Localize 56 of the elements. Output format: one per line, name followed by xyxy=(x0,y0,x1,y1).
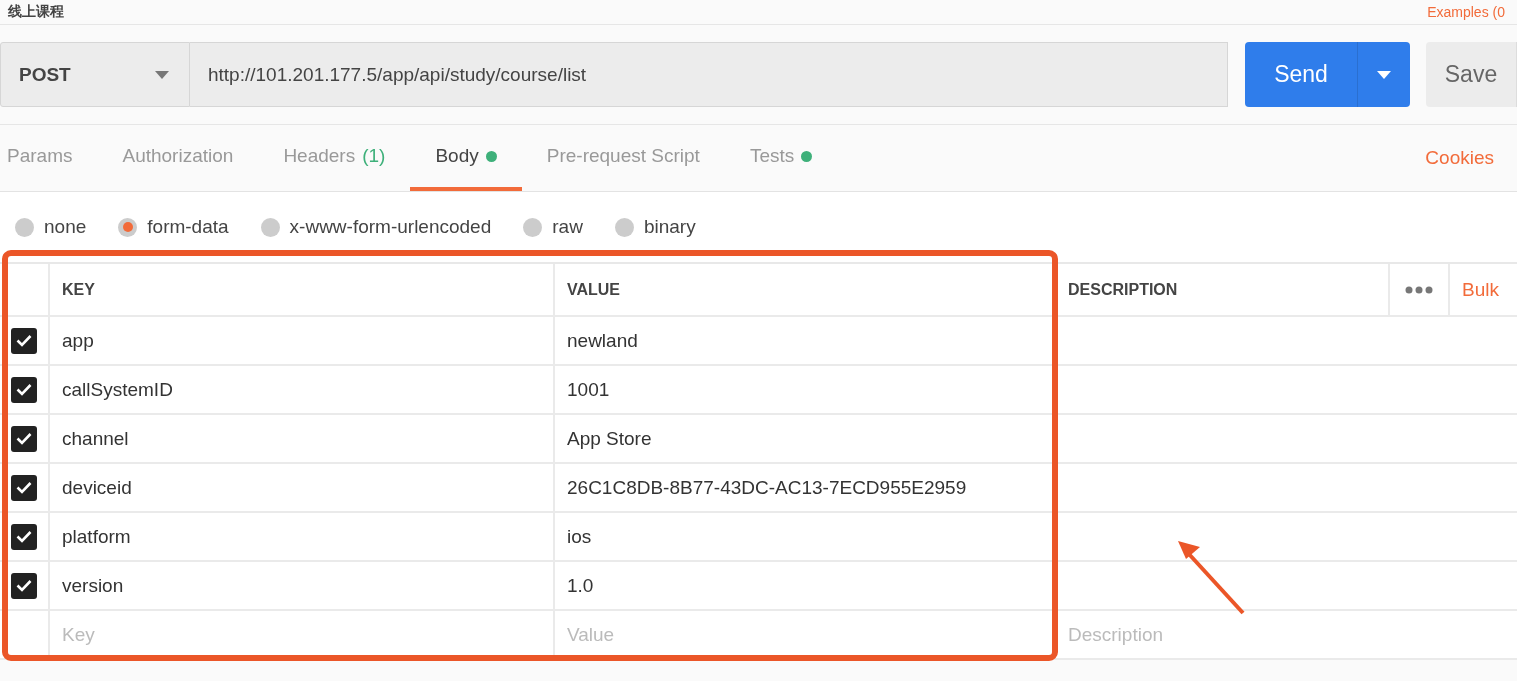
checkbox[interactable] xyxy=(11,572,37,599)
table-cell: platform xyxy=(50,513,555,560)
url-field[interactable]: http://101.201.177.5/app/api/study/course/list xyxy=(190,42,1228,107)
checkbox[interactable] xyxy=(11,327,37,354)
cookies-link[interactable]: Cookies xyxy=(1425,147,1494,169)
tab-count: (1) xyxy=(362,145,386,167)
column-header: DESCRIPTION xyxy=(1056,264,1390,315)
table-cell: app xyxy=(50,317,555,364)
table-cell: channel xyxy=(50,415,555,462)
column-header: VALUE xyxy=(555,264,1056,315)
bulk-edit-link[interactable]: Bulk xyxy=(1450,264,1517,315)
table-cell: 26C1C8DB-8B77-43DC-AC13-7ECD955E2959 xyxy=(555,464,1056,511)
check-icon xyxy=(16,530,32,543)
radio-option[interactable]: binary xyxy=(614,216,696,238)
radio-button[interactable] xyxy=(15,217,34,237)
column-header: KEY xyxy=(50,264,555,315)
description-field[interactable]: Description xyxy=(1056,611,1390,658)
tab[interactable]: Headers (1) xyxy=(258,125,411,191)
table-cell: 1.0 xyxy=(555,562,1056,609)
check-icon xyxy=(16,432,32,445)
method-dropdown[interactable]: POST xyxy=(0,42,190,107)
value-field[interactable]: Value xyxy=(555,611,1056,658)
caret-icon xyxy=(1377,70,1391,79)
radio-option[interactable]: x-www-form-urlencoded xyxy=(260,216,492,238)
checkbox[interactable] xyxy=(11,474,37,501)
table-cell: App Store xyxy=(555,415,1056,462)
table-cell: version xyxy=(50,562,555,609)
checkbox[interactable] xyxy=(11,425,37,452)
radio-option[interactable]: form-data xyxy=(118,216,229,238)
check-icon xyxy=(16,334,32,347)
radio-option[interactable]: none xyxy=(15,216,87,238)
checkbox[interactable] xyxy=(11,376,37,403)
more-icon[interactable] xyxy=(1405,285,1433,294)
radio-button[interactable] xyxy=(260,217,280,237)
checkbox[interactable] xyxy=(11,523,37,550)
caret-icon xyxy=(155,70,169,79)
tab[interactable]: Tests xyxy=(724,125,838,191)
check-icon xyxy=(16,383,32,396)
examples-link[interactable]: Examples (0 xyxy=(1427,4,1505,20)
tab[interactable]: Pre-request Script xyxy=(521,125,725,191)
radio-button[interactable] xyxy=(614,217,634,237)
radio-button[interactable] xyxy=(523,217,543,237)
tab[interactable]: Params xyxy=(0,125,98,191)
save-button[interactable]: Save xyxy=(1426,42,1517,107)
radio-option[interactable]: raw xyxy=(523,216,583,238)
table-cell: ios xyxy=(555,513,1056,560)
check-icon xyxy=(16,579,32,592)
check-icon xyxy=(16,481,32,494)
table-cell: newland xyxy=(555,317,1056,364)
tab[interactable]: Authorization xyxy=(97,125,259,191)
table-cell: 1001 xyxy=(555,366,1056,413)
radio-button[interactable] xyxy=(118,217,138,237)
request-title: 线上课程 xyxy=(8,3,64,21)
key-field[interactable]: Key xyxy=(50,611,555,658)
table-cell: deviceid xyxy=(50,464,555,511)
table-cell: callSystemID xyxy=(50,366,555,413)
